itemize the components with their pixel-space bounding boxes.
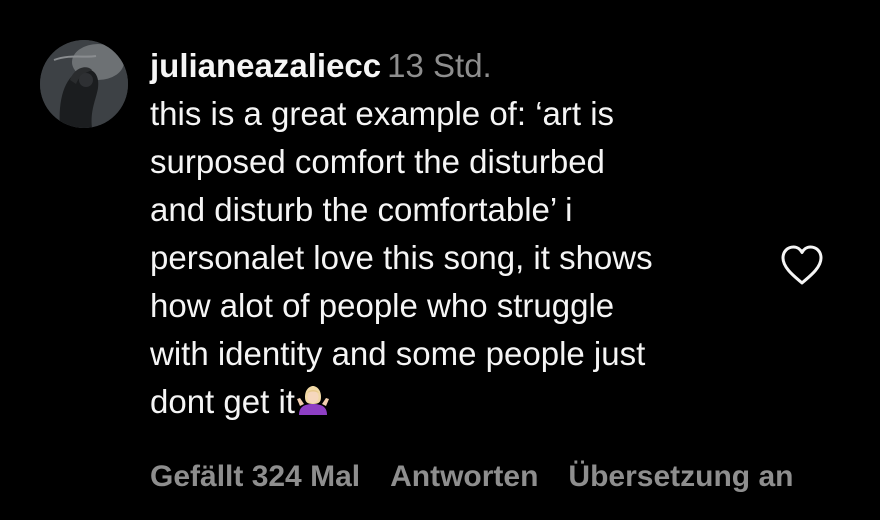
woman-shrugging-emoji-icon (296, 382, 330, 430)
comment-text-line: this is a great example of: ‘art is (150, 95, 615, 132)
comment-text-line: personalet love this song, it shows (150, 239, 653, 276)
comment-text: this is a great example of: ‘art is surp… (150, 90, 770, 430)
avatar-image (40, 40, 128, 128)
likes-count-button[interactable]: Gefällt 324 Mal (150, 460, 360, 493)
comment-timestamp[interactable]: 13 Std. (387, 47, 492, 84)
like-button[interactable] (778, 243, 826, 287)
comment-header: julianeazaliecc 13 Std. (150, 42, 770, 90)
username-link[interactable]: julianeazaliecc (150, 47, 381, 84)
comment-text-line: with identity and some people just (150, 335, 646, 372)
avatar[interactable] (40, 40, 128, 128)
comment-text-line: dont get it (150, 383, 295, 420)
heart-outline-icon (781, 245, 823, 285)
comment-content: julianeazaliecc 13 Std. this is a great e… (150, 42, 770, 430)
comment-text-line: how alot of people who struggle (150, 287, 615, 324)
reply-button[interactable]: Antworten (390, 460, 538, 493)
comment-text-last-line: dont get it (150, 378, 770, 430)
comment-item: julianeazaliecc 13 Std. this is a great e… (0, 0, 880, 520)
translate-button[interactable]: Übersetzung an (568, 460, 793, 493)
comment-text-line: and disturb the comfortable’ i (150, 191, 573, 228)
comment-actions: Gefällt 324 Mal Antworten Übersetzung an (150, 455, 868, 499)
edge-mask (868, 0, 880, 520)
comment-text-line: surposed comfort the disturbed (150, 143, 605, 180)
